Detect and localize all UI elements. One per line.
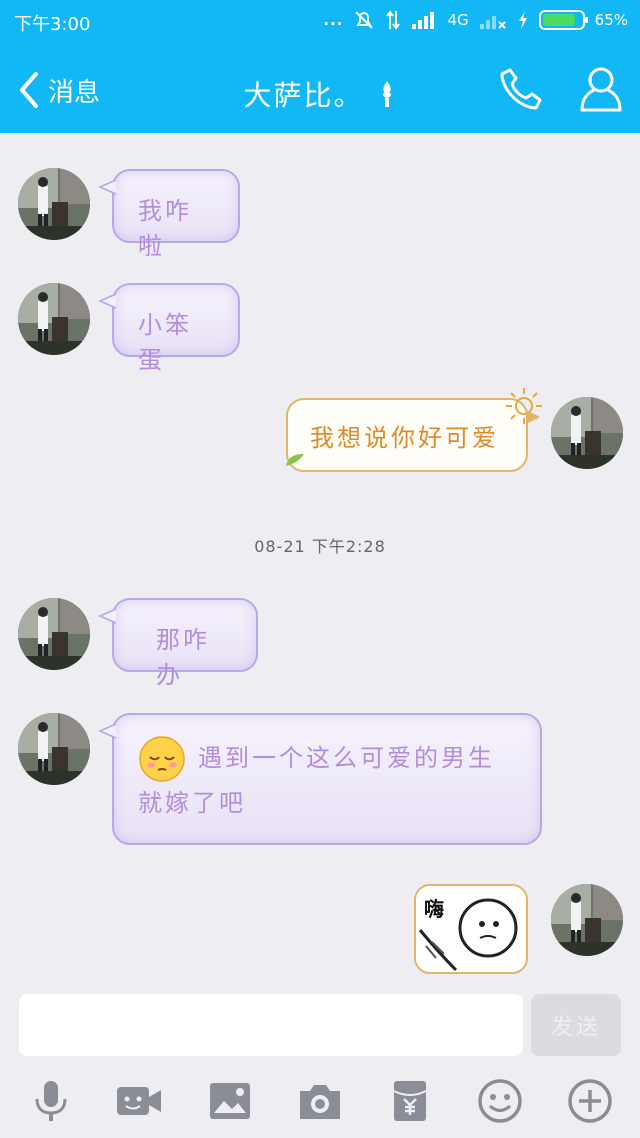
status-time: 下午3:00 [14,14,91,35]
sticker-message[interactable]: 嗨 [414,884,528,974]
top-bar: 下午3:00 ... 4G 65% 消息 大萨比。 [0,0,640,133]
camera-icon[interactable] [296,1077,344,1125]
message-bubble[interactable]: 我咋啦 [98,169,240,260]
mute-bell-icon [355,11,374,29]
avatar[interactable] [18,168,90,240]
leaf-decoration-icon [286,454,304,466]
charging-icon [518,11,527,29]
shy-face-emoji-icon [139,736,185,782]
status-icons: ... 4G 65% [323,9,628,31]
emoji-icon[interactable] [476,1077,524,1125]
battery-icon [538,10,588,30]
message-text: 我想说你好可爱 [310,424,499,452]
data-arrows-icon [386,10,401,30]
microphone-icon[interactable] [27,1077,75,1125]
input-bar: 发送 [0,983,640,1063]
avatar-photo [551,397,623,469]
avatar-photo [18,598,90,670]
avatar[interactable] [18,598,90,670]
plus-icon[interactable] [566,1077,614,1125]
status-bar: 下午3:00 ... 4G 65% [0,0,640,42]
message-bubble[interactable]: 那咋办 [98,598,258,689]
avatar-photo [18,713,90,785]
chat-title-text: 大萨比。 [243,79,364,112]
nav-bar: 消息 大萨比。 [0,52,640,128]
video-icon[interactable] [115,1077,163,1125]
avatar-photo [551,884,623,956]
message-text: 遇到一个这么可爱的男生就嫁了吧 [138,744,495,817]
network-type: 4G [447,11,469,29]
message-bubble[interactable]: 我想说你好可爱 [286,388,542,472]
signal-weak-icon [479,16,506,29]
message-timestamp: 08-21 下午2:28 [254,537,386,556]
chat-area[interactable]: 我咋啦 小笨蛋 我想说你好可爱 08-21 下午2:28 那咋办 遇到一个这么可… [0,133,640,983]
bottom-toolbar [0,1063,640,1138]
my-avatar[interactable] [551,884,623,956]
message-text: 小笨蛋 [138,311,192,374]
phone-icon[interactable] [498,66,544,112]
battery-percent: 65% [594,11,628,29]
red-packet-icon[interactable] [386,1077,434,1125]
sticker-text: 嗨 [424,897,444,921]
message-input[interactable] [19,994,523,1056]
chat-title[interactable]: 大萨比。 [0,74,640,114]
flame-icon [383,81,392,107]
avatar-photo [18,168,90,240]
message-bubble[interactable]: 小笨蛋 [98,283,240,374]
profile-icon[interactable] [578,64,624,114]
message-bubble[interactable]: 遇到一个这么可爱的男生就嫁了吧 [98,713,542,845]
avatar[interactable] [18,283,90,355]
signal-icon [412,12,435,29]
avatar-photo [18,283,90,355]
more-dots-icon: ... [323,11,344,29]
message-text: 我咋啦 [138,197,192,260]
message-text: 那咋办 [156,626,210,689]
image-icon[interactable] [206,1077,254,1125]
avatar[interactable] [18,713,90,785]
my-avatar[interactable] [551,397,623,469]
sticker-image: 嗨 [416,886,526,972]
send-button[interactable]: 发送 [531,994,621,1056]
sun-decoration-icon [506,388,542,424]
